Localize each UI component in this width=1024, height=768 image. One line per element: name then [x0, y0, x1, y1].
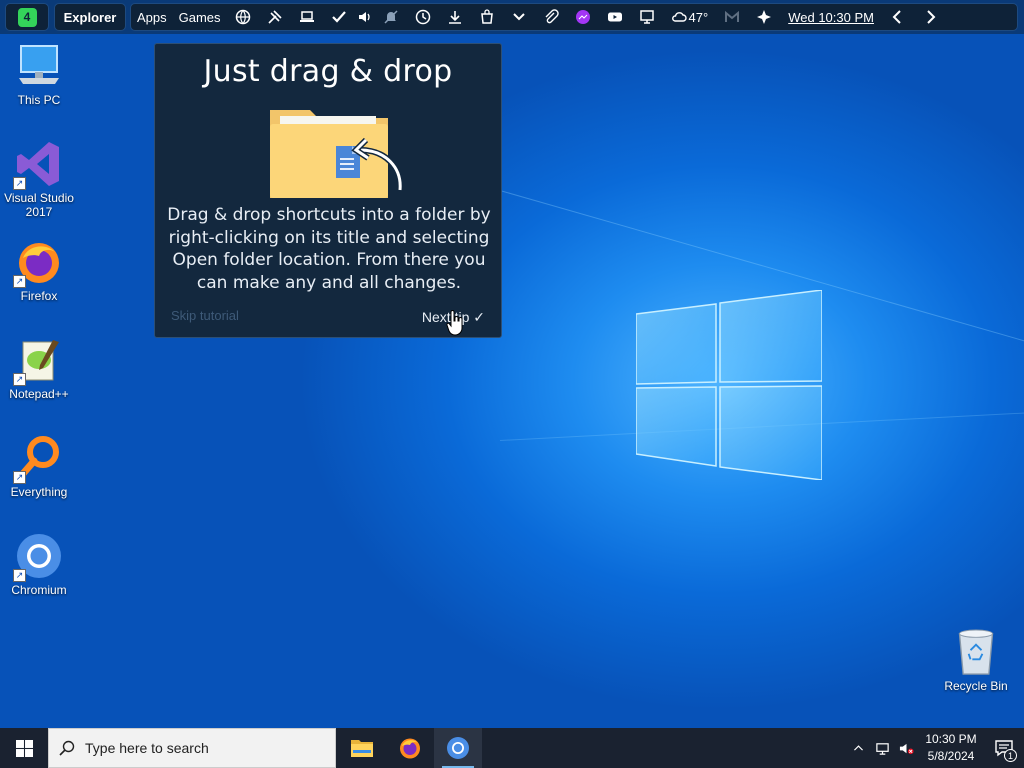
taskbar-chromium[interactable] [434, 728, 482, 768]
desktop-icon-label: Firefox [20, 289, 58, 303]
desktop-icon-label: Chromium [11, 583, 67, 597]
tools-icon[interactable] [259, 4, 291, 30]
windows-logo-wallpaper [636, 290, 822, 480]
desktop-icon-label: Visual Studio 2017 [4, 191, 74, 219]
shortcut-arrow-icon: ↗ [13, 471, 26, 484]
tray-overflow-chevron-icon[interactable] [846, 728, 870, 768]
search-icon [59, 740, 75, 756]
desktop-icon-label: Notepad++ [9, 387, 69, 401]
games-button[interactable]: Games [173, 10, 227, 25]
clock-icon[interactable] [407, 4, 439, 30]
desktop-icon-label: Recycle Bin [944, 679, 1008, 693]
chromium-icon [447, 737, 469, 759]
skip-tutorial-link[interactable]: Skip tutorial [171, 308, 239, 323]
shortcut-arrow-icon: ↗ [13, 569, 26, 582]
shortcut-arrow-icon: ↗ [13, 275, 26, 288]
launcher-icon: 4 [17, 7, 37, 27]
desktop-icon-everything[interactable]: ↗ Everything [1, 434, 77, 499]
taskbar-clock[interactable]: 10:30 PM 5/8/2024 [918, 731, 984, 765]
clock-time: 10:30 PM [925, 732, 977, 746]
taskbar-file-explorer[interactable] [338, 728, 386, 768]
explorer-button[interactable]: Explorer [54, 3, 126, 31]
shortcut-arrow-icon: ↗ [13, 177, 26, 190]
notification-count-badge: 1 [1004, 749, 1017, 762]
tip-title: Just drag & drop [203, 54, 453, 89]
paperclip-icon[interactable] [535, 4, 567, 30]
weather-temperature: 47° [688, 9, 709, 25]
tip-body-text: Drag & drop shortcuts into a folder by r… [167, 205, 491, 293]
tutorial-tip-panel: Just drag & drop Drag & drop shortcuts i… [154, 43, 502, 338]
shopping-bag-icon[interactable] [471, 4, 503, 30]
clock-date: 5/8/2024 [927, 749, 975, 763]
desktop-icon-label: Everything [10, 485, 68, 499]
file-explorer-icon [351, 740, 373, 757]
gem-icon[interactable] [748, 4, 780, 30]
top-launcher-bar: 4 Explorer Apps Games 47° Wed 10:30 PM [0, 0, 1024, 34]
datetime-display[interactable]: Wed 10:30 PM [780, 10, 882, 25]
top-toolbar: Apps Games 47° Wed 10:30 PM [130, 3, 1018, 31]
folder-drag-illustration [270, 110, 404, 198]
windows-start-icon [15, 739, 33, 757]
volume-muted-icon[interactable] [894, 728, 918, 768]
action-center-button[interactable]: 1 [984, 728, 1024, 768]
windows-taskbar: Type here to search 10:30 PM 5/8/2024 1 [0, 728, 1024, 768]
desktop-icon-chromium[interactable]: ↗ Chromium [1, 532, 77, 597]
firefox-icon [400, 738, 420, 759]
computer-icon [19, 45, 59, 84]
laptop-icon[interactable] [291, 4, 323, 30]
network-icon[interactable] [870, 728, 894, 768]
recycle-bin-icon [958, 629, 994, 675]
taskbar-firefox[interactable] [386, 728, 434, 768]
start-button[interactable] [0, 728, 48, 768]
chevron-down-icon[interactable] [503, 4, 535, 30]
taskbar-search-box[interactable]: Type here to search [48, 728, 336, 768]
check-icon[interactable] [323, 4, 355, 30]
desktop-icon-this-pc[interactable]: This PC [1, 42, 77, 107]
desktop-icon-recycle-bin[interactable]: Recycle Bin [938, 628, 1014, 693]
volume-icon[interactable] [355, 4, 375, 30]
desktop-icon-firefox[interactable]: ↗ Firefox [1, 238, 77, 303]
shortcut-arrow-icon: ↗ [13, 373, 26, 386]
gmail-icon[interactable] [716, 4, 748, 30]
forward-arrow-icon[interactable] [914, 4, 946, 30]
apps-button[interactable]: Apps [131, 10, 173, 25]
monitor-icon[interactable] [631, 4, 663, 30]
youtube-icon[interactable] [599, 4, 631, 30]
launcher-button[interactable]: 4 [5, 3, 49, 31]
download-icon[interactable] [439, 4, 471, 30]
system-tray: 10:30 PM 5/8/2024 1 [846, 728, 1024, 768]
desktop-icon-notepadpp[interactable]: ↗ Notepad++ [1, 336, 77, 401]
back-arrow-icon[interactable] [882, 4, 914, 30]
messenger-icon[interactable] [567, 4, 599, 30]
globe-icon[interactable] [227, 4, 259, 30]
hand-cursor-icon [446, 310, 463, 336]
search-placeholder: Type here to search [85, 740, 209, 756]
notifications-muted-icon[interactable] [375, 4, 407, 30]
desktop-icon-visual-studio[interactable]: ↗ Visual Studio 2017 [1, 140, 77, 219]
desktop-icon-label: This PC [17, 93, 61, 107]
